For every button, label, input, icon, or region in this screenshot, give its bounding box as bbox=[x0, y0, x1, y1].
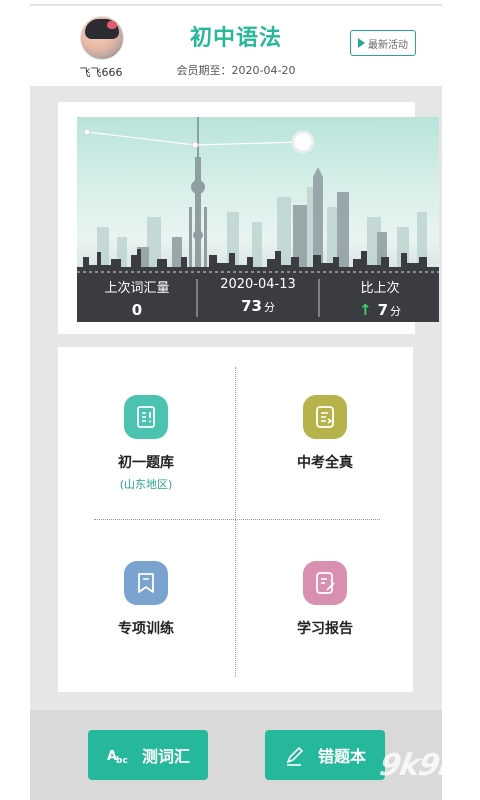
top-divider bbox=[30, 4, 442, 6]
checklist-icon bbox=[124, 395, 168, 439]
membership-label: 会员期至： bbox=[176, 64, 232, 77]
compare-label: 比上次 bbox=[360, 281, 400, 296]
feature-menu: 初一题库 (山东地区) 中考全真 专项训练 学习报告 bbox=[58, 347, 413, 692]
menu-item-sub: (山东地区) bbox=[119, 478, 173, 491]
vertical-divider bbox=[235, 367, 236, 677]
horizontal-divider bbox=[94, 519, 380, 520]
watermark-suffix: .com bbox=[455, 768, 476, 778]
score-value: 73 bbox=[241, 297, 262, 315]
stats-card: 上次词汇量 0 2020-04-13 73 分 比上次 ↑ 7 分 bbox=[58, 102, 439, 334]
training-tag-icon bbox=[124, 561, 168, 605]
menu-item-study-report[interactable]: 学习报告 bbox=[255, 561, 395, 638]
latest-activity-label: 最新活动 bbox=[368, 39, 408, 51]
vocab-test-button[interactable]: Abc 测词汇 bbox=[88, 730, 208, 780]
wrong-book-label: 错题本 bbox=[317, 747, 366, 766]
paper-exam-icon bbox=[303, 395, 347, 439]
membership-date: 2020-04-20 bbox=[231, 64, 296, 77]
trend-point bbox=[191, 141, 199, 149]
arrow-up-icon: ↑ bbox=[358, 301, 372, 319]
bottom-bar: Abc 测词汇 错题本 bbox=[30, 710, 442, 800]
compare-stat: 比上次 ↑ 7 分 bbox=[320, 277, 439, 319]
trend-point-current bbox=[291, 130, 315, 154]
last-vocab-stat: 上次词汇量 0 bbox=[77, 277, 197, 319]
menu-item-label: 中考全真 bbox=[297, 455, 353, 471]
menu-item-label: 初一题库 bbox=[118, 455, 174, 471]
compare-unit: 分 bbox=[390, 305, 401, 318]
last-vocab-label: 上次词汇量 bbox=[104, 281, 170, 296]
vocab-abc-icon: Abc bbox=[107, 749, 128, 766]
site-watermark: 9k9k.com bbox=[377, 748, 479, 783]
wrong-book-button[interactable]: 错题本 bbox=[265, 730, 385, 780]
score-value-row: 73 分 bbox=[198, 297, 318, 315]
watermark-text: 9k9k bbox=[376, 748, 461, 783]
membership-expiry: 会员期至：2020-04-20 bbox=[30, 62, 442, 78]
latest-activity-button[interactable]: 最新活动 bbox=[350, 30, 416, 56]
compare-value-row: ↑ 7 分 bbox=[320, 301, 439, 319]
compare-value: 7 bbox=[377, 301, 388, 319]
menu-item-grade1-bank[interactable]: 初一题库 (山东地区) bbox=[76, 395, 216, 492]
menu-item-special-training[interactable]: 专项训练 bbox=[76, 561, 216, 638]
test-date: 2020-04-13 bbox=[220, 277, 296, 292]
play-icon bbox=[358, 38, 365, 48]
score-stat: 2020-04-13 73 分 bbox=[198, 277, 318, 315]
stats-banner: 上次词汇量 0 2020-04-13 73 分 比上次 ↑ 7 分 bbox=[77, 117, 439, 322]
menu-item-label: 学习报告 bbox=[297, 621, 353, 637]
trend-point bbox=[83, 128, 91, 136]
last-vocab-value: 0 bbox=[131, 301, 143, 319]
menu-item-label: 专项训练 bbox=[118, 621, 174, 637]
app-screen: 飞飞666 初中语法 会员期至：2020-04-20 最新活动 上次词汇量 0 … bbox=[30, 0, 442, 800]
header: 飞飞666 初中语法 会员期至：2020-04-20 最新活动 bbox=[30, 0, 442, 86]
pencil-icon bbox=[286, 746, 304, 766]
svg-text:bc: bc bbox=[116, 756, 128, 766]
menu-item-exam-real[interactable]: 中考全真 bbox=[255, 395, 395, 472]
vocab-test-label: 测词汇 bbox=[141, 747, 190, 766]
score-unit: 分 bbox=[263, 301, 275, 314]
report-edit-icon bbox=[303, 561, 347, 605]
